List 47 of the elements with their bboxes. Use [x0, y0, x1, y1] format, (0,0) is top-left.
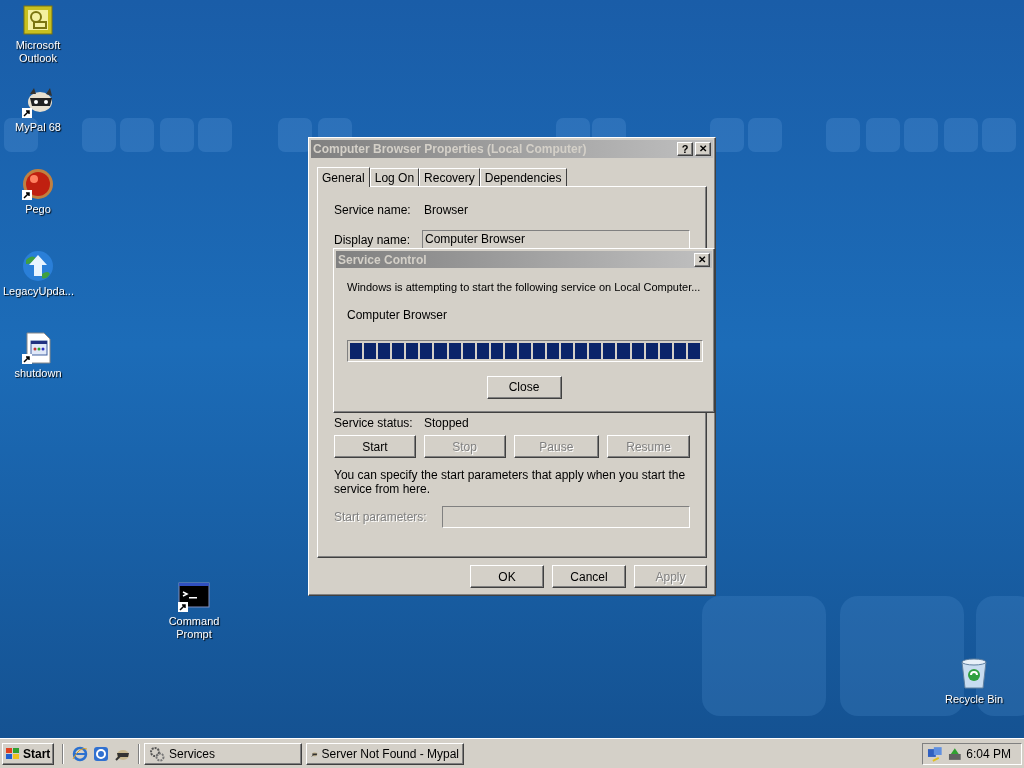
close-button[interactable]: ✕ [695, 142, 711, 156]
service-title: Computer Browser [347, 306, 449, 324]
shortcut-arrow-icon [22, 190, 32, 200]
desktop-icon-label[interactable]: MyPal 68 [15, 121, 61, 134]
hint-text: You can specify the start parameters that apply when you start the service from here. [334, 468, 687, 496]
gears-icon [149, 745, 165, 762]
desktop-icon-label[interactable]: LegacyUpda... [3, 285, 73, 298]
shortcut-arrow-icon [178, 602, 188, 612]
close-dialog-button[interactable]: Close [486, 375, 562, 399]
network-icon[interactable] [927, 745, 943, 762]
browser-icon[interactable] [72, 745, 88, 762]
field-label: Service name: [334, 202, 412, 219]
tab[interactable]: Dependencies [479, 168, 567, 186]
outlook-icon [22, 4, 54, 36]
dialog-button[interactable]: Cancel [552, 565, 626, 588]
update-icon[interactable] [93, 745, 109, 762]
desktop-icon-label[interactable]: Pego [25, 203, 51, 216]
desktop-icon-label[interactable]: Recycle Bin [944, 693, 1004, 706]
dialog-button[interactable]: OK [470, 565, 544, 588]
field-label: Display name: [334, 232, 412, 249]
help-button[interactable]: ? [677, 142, 693, 156]
service-button[interactable]: Start [334, 435, 416, 458]
start-button[interactable]: Start [2, 742, 54, 765]
wallpaper-tile [278, 118, 312, 152]
clock: 6:04 PM [966, 745, 1011, 763]
taskbar-button[interactable]: Server Not Found - Mypal [306, 742, 464, 765]
taskbar-button[interactable]: Services [144, 742, 302, 765]
tab[interactable]: General [317, 167, 370, 187]
dialog-title: Service Control [338, 251, 428, 269]
service-status: Stopped [424, 415, 469, 432]
orb-icon [22, 168, 54, 200]
shortcut-arrow-icon [22, 108, 32, 118]
windows-logo-icon [5, 746, 21, 761]
display-name-field[interactable]: Computer Browser [422, 229, 690, 249]
desktop-icon-label[interactable]: Command Prompt [159, 615, 229, 641]
desktop-icon-label[interactable]: Microsoft Outlook [3, 39, 73, 65]
tab[interactable]: Log On [369, 168, 420, 186]
tab[interactable]: Recovery [419, 168, 480, 186]
close-button[interactable]: ✕ [694, 252, 710, 267]
message-text: Windows is attempting to start the following service on Local Computer... [347, 280, 701, 295]
recycle-bin-icon [958, 658, 990, 690]
shortcut-arrow-icon [22, 354, 32, 364]
field-label: Service status: [334, 415, 414, 432]
field-label: Start parameters: [334, 509, 428, 526]
desktop-icon-label[interactable]: shutdown [14, 367, 62, 380]
wallpaper-tile [710, 118, 744, 152]
service-name: Browser [424, 202, 468, 219]
